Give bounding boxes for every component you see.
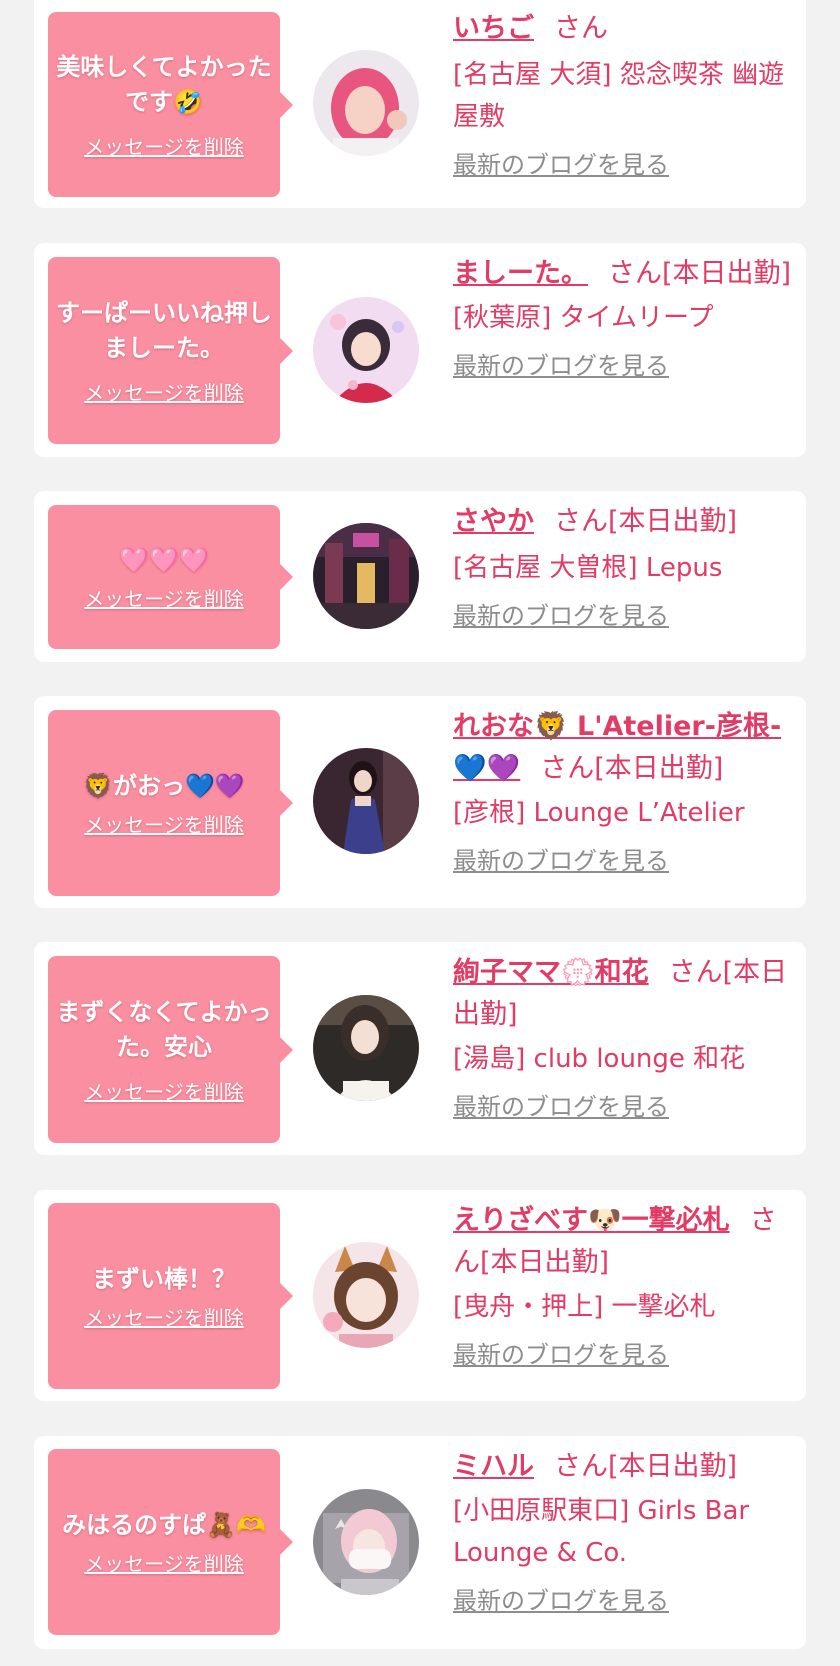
latest-blog-link[interactable]: 最新のブログを見る bbox=[453, 601, 669, 631]
delete-message-link[interactable]: メッセージを削除 bbox=[84, 1305, 244, 1331]
message-bubble: 🩷🩷🩷 メッセージを削除 bbox=[48, 505, 293, 649]
favorite-card: 🦁がおっ💙💜 メッセージを削除 れおな🦁 L'Atelier-彦根-💙💜 さん[本… bbox=[34, 696, 806, 908]
cast-name-link[interactable]: 絢子ママ💮和花 bbox=[453, 957, 649, 988]
cast-info: さやか さん[本日出勤] [名古屋 大曽根] Lepus 最新のブログを見る bbox=[453, 501, 798, 631]
message-text: まずくなくてよかった。安心 bbox=[56, 997, 272, 1061]
delete-message-link[interactable]: メッセージを削除 bbox=[84, 1079, 244, 1105]
latest-blog-link[interactable]: 最新のブログを見る bbox=[453, 150, 669, 180]
message-text: 🩷🩷🩷 bbox=[119, 545, 209, 574]
message-bubble: 🦁がおっ💙💜 メッセージを削除 bbox=[48, 710, 293, 896]
message-text: 美味しくてよかったです🤣 bbox=[56, 52, 272, 116]
lounge-woman-avatar[interactable] bbox=[313, 995, 419, 1101]
shop-name: [小田原駅東口] Girls Bar Lounge & Co. bbox=[453, 1496, 750, 1568]
latest-blog-link[interactable]: 最新のブログを見る bbox=[453, 846, 669, 876]
cast-info: いちご さん [名古屋 大須] 怨念喫茶 幽遊屋敷 最新のブログを見る bbox=[453, 8, 798, 180]
pink-hair-girl-avatar[interactable] bbox=[313, 50, 419, 156]
cast-name-line: ましーた。 さん[本日出勤] bbox=[453, 253, 798, 295]
cast-name-link[interactable]: ましーた。 bbox=[453, 258, 588, 289]
cast-name-line: れおな🦁 L'Atelier-彦根-💙💜 さん[本日出勤] bbox=[453, 706, 798, 790]
shop-name: [名古屋 大曽根] Lepus bbox=[453, 553, 723, 583]
covered-face-girl-avatar[interactable] bbox=[313, 1489, 419, 1595]
message-text: まずい棒！？ bbox=[92, 1264, 236, 1293]
shop-name: [湯島] club lounge 和花 bbox=[453, 1044, 746, 1074]
favorite-card: 🩷🩷🩷 メッセージを削除 さやか さん[本日出勤] [名古屋 大曽根] Lepus… bbox=[34, 491, 806, 662]
cast-name-line: えりざべす🐶一撃必札 さん[本日出勤] bbox=[453, 1200, 798, 1284]
favorite-card: まずい棒！？ メッセージを削除 えりざべす🐶一撃必札 さん[本日出勤] [曳舟・押… bbox=[34, 1190, 806, 1401]
latest-blog-link[interactable]: 最新のブログを見る bbox=[453, 1340, 669, 1370]
favorite-card: すーぱーいいね押しましーた。 メッセージを削除 ましーた。 さん[本日出勤] [秋… bbox=[34, 243, 806, 457]
kimono-girl-avatar[interactable] bbox=[313, 297, 419, 403]
cast-name-link[interactable]: えりざべす🐶一撃必札 bbox=[453, 1205, 730, 1236]
cast-name-link[interactable]: さやか bbox=[453, 506, 534, 537]
cast-status: さん[本日出勤] bbox=[540, 753, 724, 784]
animal-ears-girl-avatar[interactable] bbox=[313, 1242, 419, 1348]
favorite-card: まずくなくてよかった。安心 メッセージを削除 絢子ママ💮和花 さん[本日出勤] [… bbox=[34, 942, 806, 1155]
cast-info: ましーた。 さん[本日出勤] [秋葉原] タイムリープ 最新のブログを見る bbox=[453, 253, 798, 381]
message-bubble: まずくなくてよかった。安心 メッセージを削除 bbox=[48, 956, 293, 1143]
message-bubble: 美味しくてよかったです🤣 メッセージを削除 bbox=[48, 12, 293, 197]
delete-message-link[interactable]: メッセージを削除 bbox=[84, 134, 244, 160]
night-street-avatar[interactable] bbox=[313, 523, 419, 629]
cast-name-link[interactable]: いちご bbox=[453, 13, 534, 44]
message-bubble: すーぱーいいね押しましーた。 メッセージを削除 bbox=[48, 257, 293, 444]
dress-woman-avatar[interactable] bbox=[313, 748, 419, 854]
cast-info: ミハル さん[本日出勤] [小田原駅東口] Girls Bar Lounge & … bbox=[453, 1446, 798, 1616]
message-bubble: まずい棒！？ メッセージを削除 bbox=[48, 1203, 293, 1389]
cast-status: さん[本日出勤] bbox=[554, 1451, 738, 1482]
delete-message-link[interactable]: メッセージを削除 bbox=[84, 586, 244, 612]
cast-info: れおな🦁 L'Atelier-彦根-💙💜 さん[本日出勤] [彦根] Lounge… bbox=[453, 706, 798, 876]
latest-blog-link[interactable]: 最新のブログを見る bbox=[453, 351, 669, 381]
delete-message-link[interactable]: メッセージを削除 bbox=[84, 380, 244, 406]
latest-blog-link[interactable]: 最新のブログを見る bbox=[453, 1586, 669, 1616]
cast-name-line: 絢子ママ💮和花 さん[本日出勤] bbox=[453, 952, 798, 1036]
shop-name: [彦根] Lounge L’Atelier bbox=[453, 798, 745, 828]
message-text: 🦁がおっ💙💜 bbox=[83, 771, 245, 800]
shop-name: [名古屋 大須] 怨念喫茶 幽遊屋敷 bbox=[453, 60, 785, 132]
cast-name-link[interactable]: ミハル bbox=[453, 1451, 534, 1482]
delete-message-link[interactable]: メッセージを削除 bbox=[84, 812, 244, 838]
message-text: すーぱーいいね押しましーた。 bbox=[56, 298, 272, 362]
cast-name-line: いちご さん bbox=[453, 8, 798, 50]
cast-status: さん[本日出勤] bbox=[554, 506, 738, 537]
shop-name: [秋葉原] タイムリープ bbox=[453, 303, 714, 333]
latest-blog-link[interactable]: 最新のブログを見る bbox=[453, 1092, 669, 1122]
cast-status: さん[本日出勤] bbox=[608, 258, 792, 289]
favorite-card: みはるのすぱ🧸🫶 メッセージを削除 ミハル さん[本日出勤] [小田原駅東口] G… bbox=[34, 1436, 806, 1649]
cast-info: えりざべす🐶一撃必札 さん[本日出勤] [曳舟・押上] 一撃必札 最新のブログを見… bbox=[453, 1200, 798, 1370]
cast-name-line: さやか さん[本日出勤] bbox=[453, 501, 798, 543]
cast-name-line: ミハル さん[本日出勤] bbox=[453, 1446, 798, 1488]
delete-message-link[interactable]: メッセージを削除 bbox=[84, 1551, 244, 1577]
message-text: みはるのすぱ🧸🫶 bbox=[62, 1510, 266, 1539]
message-bubble: みはるのすぱ🧸🫶 メッセージを削除 bbox=[48, 1449, 293, 1635]
favorite-card: 美味しくてよかったです🤣 メッセージを削除 いちご さん [名古屋 大須] 怨念喫… bbox=[34, 0, 806, 208]
cast-status: さん bbox=[554, 13, 608, 44]
cast-info: 絢子ママ💮和花 さん[本日出勤] [湯島] club lounge 和花 最新のブ… bbox=[453, 952, 798, 1122]
shop-name: [曳舟・押上] 一撃必札 bbox=[453, 1292, 716, 1322]
